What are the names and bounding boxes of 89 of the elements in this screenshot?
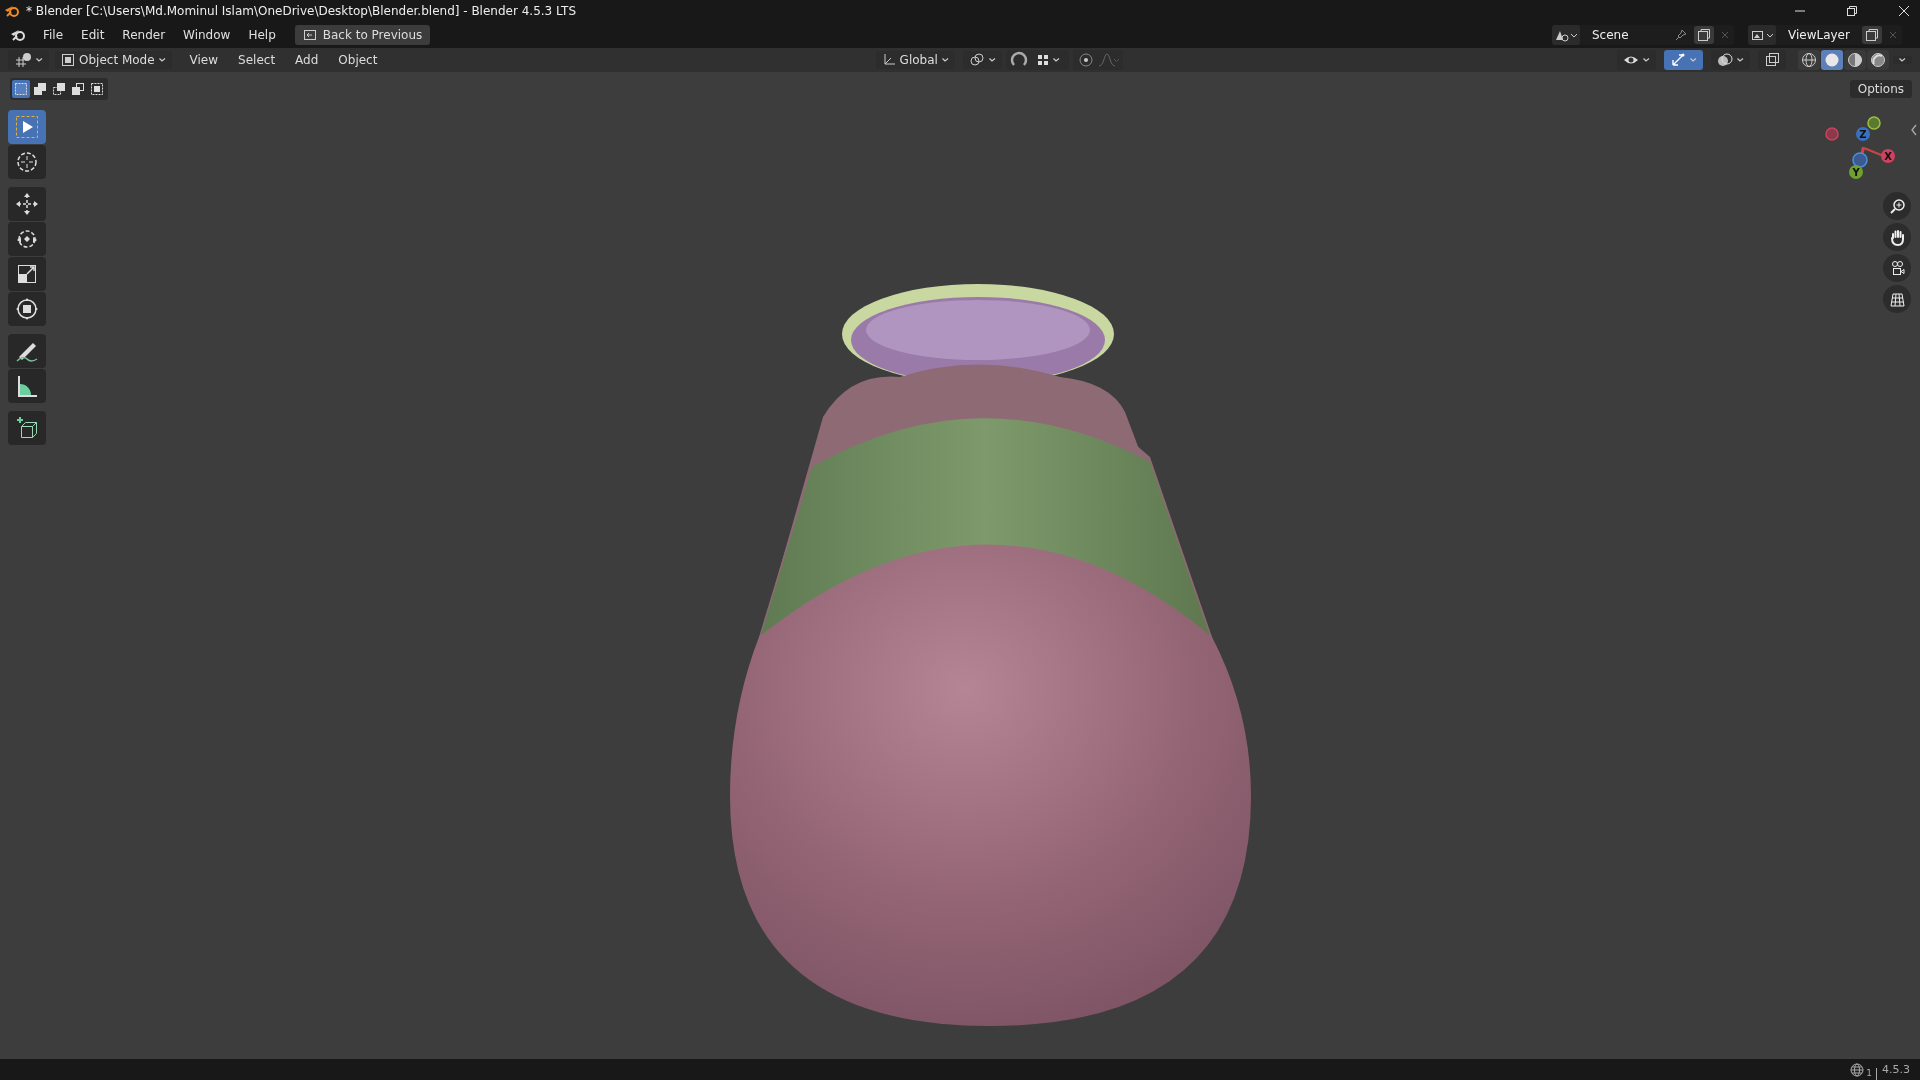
- mode-label: Object Mode: [79, 53, 155, 67]
- grid-button[interactable]: [1883, 285, 1911, 313]
- tool-button[interactable]: [8, 411, 46, 445]
- zoom-button[interactable]: [1883, 192, 1911, 220]
- new-view-layer-icon[interactable]: [1862, 26, 1882, 44]
- object-mode-icon: [61, 53, 75, 67]
- menu-item[interactable]: Add: [287, 51, 327, 69]
- tool-button[interactable]: [8, 187, 46, 221]
- selection-mode-button[interactable]: [50, 80, 68, 98]
- grid-icon: [1888, 290, 1906, 308]
- menu-item[interactable]: Render: [115, 25, 173, 45]
- material-shading-button[interactable]: [1844, 50, 1866, 70]
- wire-sphere-icon: [1801, 52, 1817, 68]
- tool-button[interactable]: [8, 292, 46, 326]
- xray-icon: [1764, 52, 1780, 68]
- menu-item[interactable]: Edit: [74, 25, 112, 45]
- blender-logo-icon: [4, 3, 20, 19]
- tool-button[interactable]: [8, 334, 46, 368]
- menu-item[interactable]: Select: [230, 51, 284, 69]
- caret-icon: [1899, 58, 1906, 62]
- rendered-shading-button[interactable]: [1867, 50, 1889, 70]
- hand-icon: [1888, 228, 1906, 246]
- shaded-sphere-icon: [1870, 52, 1886, 68]
- square-icon: [33, 82, 47, 96]
- tool-button[interactable]: [8, 257, 46, 291]
- solid-shading-button[interactable]: [1821, 50, 1843, 70]
- menu-item[interactable]: Window: [176, 25, 238, 45]
- tool-button[interactable]: [8, 145, 46, 179]
- axis-gizmo[interactable]: Z X Y: [1822, 114, 1902, 186]
- mode-dropdown[interactable]: Object Mode: [55, 51, 172, 69]
- blender-logo-icon[interactable]: [10, 27, 26, 43]
- pivot-dropdown[interactable]: [962, 51, 1002, 69]
- selection-mode-button[interactable]: [31, 80, 49, 98]
- square-icon: [14, 82, 28, 96]
- tool-button[interactable]: [8, 222, 46, 256]
- new-scene-icon[interactable]: [1694, 26, 1714, 44]
- square-icon: [52, 82, 66, 96]
- menu-item[interactable]: Object: [330, 51, 386, 69]
- shading-options-dropdown[interactable]: [1893, 56, 1912, 64]
- select-box-icon: [13, 113, 41, 141]
- xray-button[interactable]: [1758, 50, 1786, 70]
- caret-icon: [988, 58, 996, 62]
- visibility-button[interactable]: [1617, 50, 1656, 70]
- square-icon: [71, 82, 85, 96]
- scene-selector-icon[interactable]: [1552, 25, 1580, 45]
- globe-icon: [1850, 1062, 1865, 1077]
- selection-mode-button[interactable]: [69, 80, 87, 98]
- caret-icon: [1690, 58, 1697, 62]
- editor-type-button[interactable]: [8, 50, 49, 70]
- chevron-left-icon[interactable]: [1910, 124, 1918, 136]
- zoom-icon: [1888, 197, 1906, 215]
- pin-icon[interactable]: [1674, 28, 1688, 42]
- menu-item[interactable]: Help: [241, 25, 283, 45]
- window-title: * Blender [C:\Users\Md.Mominul Islam\OneDrive\Desktop\Blender.blend] - Blender 4.5.3 LTS: [26, 4, 576, 18]
- shaded-sphere-icon: [1847, 52, 1863, 68]
- wireframe-shading-button[interactable]: [1798, 50, 1820, 70]
- version-label: 4.5.3: [1882, 1063, 1910, 1076]
- hand-button[interactable]: [1883, 223, 1911, 251]
- caret-icon: [1052, 58, 1060, 62]
- overlay-icon: [1717, 52, 1733, 68]
- grid-dots-icon: [1036, 54, 1049, 66]
- caret-icon: [1737, 58, 1744, 62]
- menu-item[interactable]: View: [181, 51, 227, 69]
- orientation-dropdown[interactable]: Global: [875, 51, 955, 69]
- pivot-icon: [968, 53, 985, 67]
- close-icon[interactable]: [1898, 5, 1910, 17]
- editor-type-icon: [14, 52, 32, 68]
- overlay-button[interactable]: [1711, 50, 1750, 70]
- tool-button[interactable]: [8, 110, 46, 144]
- caret-icon: [158, 58, 166, 62]
- solid-sphere-icon: [1824, 52, 1840, 68]
- caret-icon: [1643, 58, 1650, 62]
- square-icon: [90, 82, 104, 96]
- scene-count: 1: [1866, 1068, 1877, 1080]
- gizmo-icon: [1670, 52, 1686, 68]
- screen-back-icon: [302, 29, 317, 41]
- caret-icon: [941, 58, 949, 62]
- menu-item[interactable]: File: [36, 25, 71, 45]
- selection-mode-button[interactable]: [88, 80, 106, 98]
- options-dropdown[interactable]: Options: [1849, 80, 1912, 98]
- tool-button[interactable]: [8, 369, 46, 403]
- back-button[interactable]: Back to Previous: [294, 25, 431, 45]
- maximize-icon[interactable]: [1846, 5, 1858, 17]
- caret-icon: [36, 58, 43, 62]
- gizmo-button[interactable]: [1664, 50, 1703, 70]
- axes-icon: [881, 53, 896, 67]
- camera-button[interactable]: [1883, 254, 1911, 282]
- orientation-label: Global: [899, 53, 938, 67]
- view-layer-selector-icon[interactable]: [1748, 25, 1776, 45]
